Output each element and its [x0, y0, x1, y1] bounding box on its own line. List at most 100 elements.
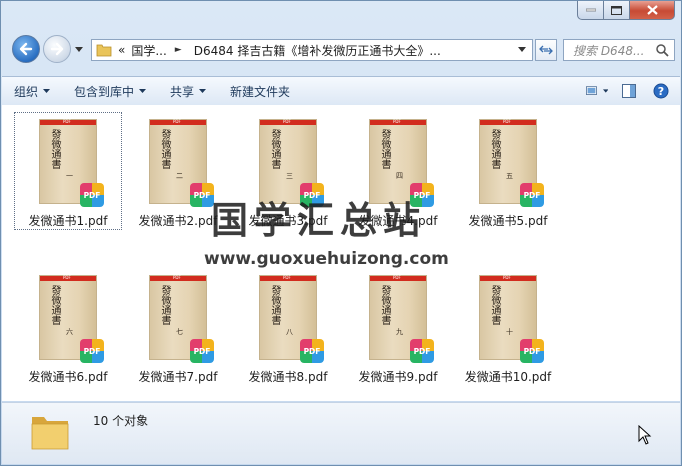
chevron-down-icon	[199, 89, 207, 93]
close-icon	[646, 5, 658, 15]
pdf-file-icon: PDF	[520, 183, 544, 207]
file-item[interactable]: PDF 發微通書九 PDF 发微通书9.pdf	[345, 269, 451, 385]
preview-pane-icon	[622, 84, 636, 98]
pdf-thumbnail: PDF 發微通書十 PDF	[479, 275, 544, 363]
cover-title: 發微通書	[269, 285, 280, 325]
thumbnail-header-bar: PDF	[370, 119, 426, 125]
pdf-file-icon: PDF	[80, 183, 104, 207]
volume-mark: 一	[66, 172, 73, 180]
view-icon	[586, 86, 597, 95]
volume-mark: 二	[176, 172, 183, 180]
cover-title: 發微通書	[489, 285, 500, 325]
watermark-title: 国学汇总站	[211, 199, 426, 242]
arrow-left-icon	[19, 42, 33, 56]
pdf-badge-label: PDF	[193, 346, 211, 356]
volume-mark: 九	[396, 328, 403, 336]
back-button[interactable]	[12, 35, 40, 63]
new-folder-button[interactable]: 新建文件夹	[218, 77, 302, 105]
close-button[interactable]	[630, 1, 675, 20]
breadcrumb-separator-icon[interactable]: ►	[175, 45, 182, 55]
file-name[interactable]: 发微通书5.pdf	[455, 212, 561, 229]
cover-title: 發微通書	[49, 129, 60, 169]
chevron-down-icon	[43, 89, 51, 93]
thumbnail-header-label: PDF	[63, 119, 71, 124]
file-name[interactable]: 发微通书6.pdf	[15, 368, 121, 385]
help-button[interactable]: ?	[650, 81, 672, 101]
window-controls	[577, 1, 675, 21]
address-dropdown-chevron-icon[interactable]	[518, 47, 526, 53]
thumbnail-header-label: PDF	[63, 275, 71, 280]
thumbnail-header-bar: PDF	[480, 275, 536, 281]
volume-mark: 三	[286, 172, 293, 180]
folder-icon	[31, 417, 69, 450]
cover-title: 發微通書	[159, 285, 170, 325]
explorer-window: « 国学... ► D6484 择吉古籍《增补发微历正通书大全》... 搜索 D…	[0, 0, 682, 466]
thumbnail-header-bar: PDF	[480, 119, 536, 125]
chevron-down-icon	[602, 89, 608, 93]
pdf-badge-label: PDF	[523, 346, 541, 356]
organize-label: 组织	[14, 84, 39, 99]
pdf-thumbnail: PDF 發微通書五 PDF	[479, 119, 544, 207]
forward-button[interactable]	[43, 35, 71, 63]
file-name[interactable]: 发微通书7.pdf	[125, 368, 231, 385]
pdf-badge-label: PDF	[413, 346, 431, 356]
thumbnail-header-label: PDF	[283, 275, 291, 280]
file-item[interactable]: PDF 發微通書六 PDF 发微通书6.pdf	[15, 269, 121, 385]
pdf-file-icon: PDF	[80, 339, 104, 363]
maximize-button[interactable]	[604, 1, 630, 20]
organize-menu[interactable]: 组织	[2, 77, 62, 105]
pdf-file-icon: PDF	[410, 339, 434, 363]
refresh-icon	[539, 45, 553, 55]
file-name[interactable]: 发微通书1.pdf	[15, 212, 121, 229]
chevron-down-icon	[139, 89, 147, 93]
breadcrumb-back-chevrons[interactable]: «	[118, 43, 125, 57]
thumbnail-header-label: PDF	[283, 119, 291, 124]
search-box[interactable]: 搜索 D648...	[563, 39, 675, 61]
cover-title: 發微通書	[49, 285, 60, 325]
share-menu[interactable]: 共享	[158, 77, 218, 105]
file-item[interactable]: PDF 發微通書七 PDF 发微通书7.pdf	[125, 269, 231, 385]
details-pane: 10 个对象	[2, 402, 680, 464]
pdf-thumbnail: PDF 發微通書一 PDF	[39, 119, 104, 207]
pdf-thumbnail: PDF 發微通書七 PDF	[149, 275, 214, 363]
breadcrumb-current[interactable]: D6484 择吉古籍《增补发微历正通书大全》...	[194, 42, 441, 59]
command-bar: 组织 包含到库中 共享 新建文件夹 ?	[2, 76, 680, 106]
file-name[interactable]: 发微通书10.pdf	[455, 368, 561, 385]
refresh-button[interactable]	[535, 39, 557, 61]
search-icon[interactable]	[655, 43, 669, 57]
minimize-button[interactable]	[577, 1, 604, 20]
preview-pane-button[interactable]	[618, 81, 640, 101]
breadcrumb-root[interactable]: 国学...	[131, 42, 166, 59]
thumbnail-header-label: PDF	[393, 119, 401, 124]
thumbnail-header-bar: PDF	[150, 119, 206, 125]
arrow-right-icon	[50, 42, 64, 56]
thumbnail-header-label: PDF	[393, 275, 401, 280]
file-name[interactable]: 发微通书9.pdf	[345, 368, 451, 385]
watermark-url: www.guoxuehuizong.com	[204, 249, 449, 269]
thumbnail-header-bar: PDF	[260, 275, 316, 281]
thumbnail-header-label: PDF	[503, 119, 511, 124]
cover-title: 發微通書	[379, 285, 390, 325]
file-item[interactable]: PDF 發微通書八 PDF 发微通书8.pdf	[235, 269, 341, 385]
file-item[interactable]: PDF 發微通書十 PDF 发微通书10.pdf	[455, 269, 561, 385]
file-item[interactable]: PDF 發微通書五 PDF 发微通书5.pdf	[455, 113, 561, 229]
change-view-button[interactable]	[586, 81, 608, 101]
file-name[interactable]: 发微通书8.pdf	[235, 368, 341, 385]
thumbnail-header-bar: PDF	[150, 275, 206, 281]
recent-pages-chevron-icon[interactable]	[75, 47, 83, 53]
file-item[interactable]: PDF 發微通書一 PDF 发微通书1.pdf	[14, 112, 122, 230]
address-bar[interactable]: « 国学... ► D6484 择吉古籍《增补发微历正通书大全》...	[91, 39, 533, 61]
item-count: 10 个对象	[93, 414, 149, 428]
thumbnail-header-bar: PDF	[260, 119, 316, 125]
pdf-badge-label: PDF	[83, 190, 101, 200]
svg-text:?: ?	[658, 85, 664, 98]
volume-mark: 八	[286, 328, 293, 336]
maximize-icon	[611, 5, 622, 15]
cover-title: 發微通書	[489, 129, 500, 169]
include-in-library-menu[interactable]: 包含到库中	[62, 77, 158, 105]
pdf-thumbnail: PDF 發微通書九 PDF	[369, 275, 434, 363]
search-placeholder[interactable]: 搜索 D648...	[564, 42, 655, 59]
pdf-badge-label: PDF	[83, 346, 101, 356]
volume-mark: 四	[396, 172, 403, 180]
thumbnail-header-bar: PDF	[40, 275, 96, 281]
